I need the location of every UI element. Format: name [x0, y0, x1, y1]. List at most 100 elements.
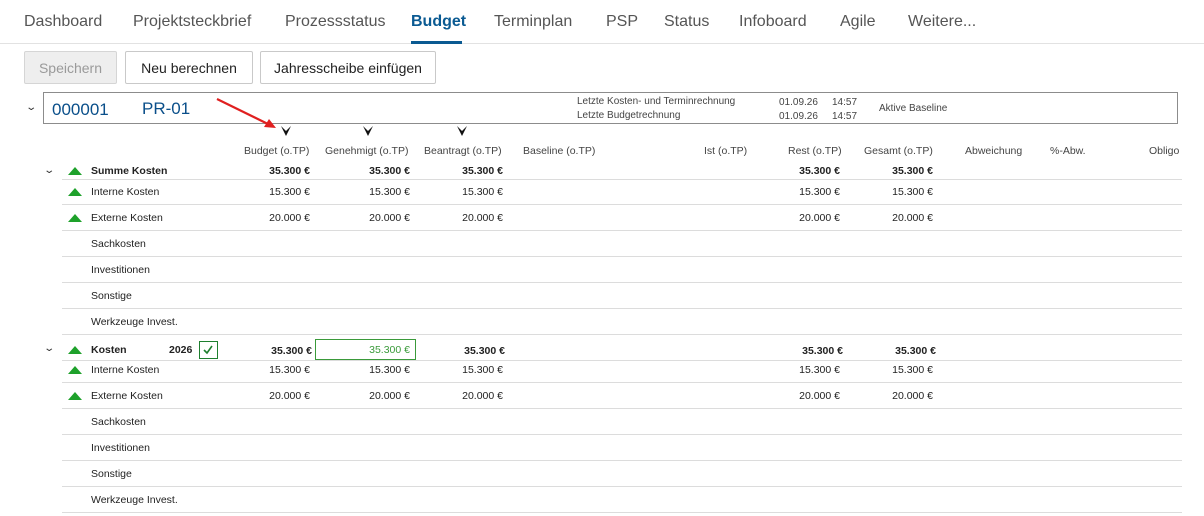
filter-icon[interactable]: [456, 125, 468, 137]
tab-psp[interactable]: PSP: [606, 13, 638, 31]
row-label: Werkzeuge Invest.: [91, 316, 178, 328]
tab-weitere[interactable]: Weitere...: [908, 13, 976, 31]
active-tab-indicator: [411, 41, 462, 44]
row-budget: 20.000 €: [269, 212, 310, 224]
year-beantragt: 35.300 €: [464, 345, 505, 357]
column-budget[interactable]: Budget (o.TP): [244, 145, 309, 157]
year-budget: 35.300 €: [271, 345, 312, 357]
row-gesamt: 15.300 €: [892, 186, 933, 198]
year-gesamt: 35.300 €: [895, 345, 936, 357]
tab-agile[interactable]: Agile: [840, 13, 876, 31]
tab-status[interactable]: Status: [664, 13, 709, 31]
tab-dashboard[interactable]: Dashboard: [24, 13, 102, 31]
summary-genehmigt: 35.300 €: [369, 165, 410, 177]
column-beantragt[interactable]: Beantragt (o.TP): [424, 145, 502, 157]
row-budget: 15.300 €: [269, 186, 310, 198]
row-beantragt: 15.300 €: [462, 364, 503, 376]
row-divider: [62, 486, 1182, 487]
row-beantragt: 15.300 €: [462, 186, 503, 198]
last-budget-date: 01.09.26: [779, 111, 818, 122]
row-divider: [62, 360, 1182, 361]
row-divider: [62, 256, 1182, 257]
row-genehmigt: 20.000 €: [369, 390, 410, 402]
insert-year-slice-button[interactable]: Jahresscheibe einfügen: [260, 51, 436, 84]
row-label: Sonstige: [91, 290, 132, 302]
tab-bar: Dashboard Projektsteckbrief Prozessstatu…: [0, 0, 1204, 44]
row-divider: [62, 282, 1182, 283]
triangle-up-icon: [68, 346, 82, 354]
year-checkbox[interactable]: [199, 341, 218, 359]
column-obligo[interactable]: Obligo: [1149, 145, 1179, 157]
tab-projektsteckbrief[interactable]: Projektsteckbrief: [133, 13, 251, 31]
row-label: Werkzeuge Invest.: [91, 494, 178, 506]
column-baseline[interactable]: Baseline (o.TP): [523, 145, 595, 157]
summary-gesamt: 35.300 €: [892, 165, 933, 177]
tab-prozessstatus[interactable]: Prozessstatus: [285, 13, 385, 31]
project-name: PR-01: [142, 99, 191, 118]
row-rest: 20.000 €: [799, 212, 840, 224]
row-label: Investitionen: [91, 442, 150, 454]
genehmigt-edit-field[interactable]: 35.300 €: [315, 339, 416, 360]
row-label: Sonstige: [91, 468, 132, 480]
row-beantragt: 20.000 €: [462, 390, 503, 402]
year-value: 2026: [169, 344, 193, 356]
row-divider: [62, 179, 1182, 180]
row-label: Sachkosten: [91, 416, 146, 428]
row-divider: [62, 204, 1182, 205]
row-beantragt: 20.000 €: [462, 212, 503, 224]
triangle-up-icon: [68, 188, 82, 196]
triangle-up-icon: [68, 214, 82, 222]
summary-beantragt: 35.300 €: [462, 165, 503, 177]
row-label: Sachkosten: [91, 238, 146, 250]
row-label: Investitionen: [91, 264, 150, 276]
row-genehmigt: 15.300 €: [369, 364, 410, 376]
save-button[interactable]: Speichern: [24, 51, 117, 84]
active-baseline-label: Aktive Baseline: [879, 103, 948, 114]
triangle-up-icon: [68, 366, 82, 374]
year-section-label: Kosten: [91, 344, 127, 356]
row-rest: 15.300 €: [799, 364, 840, 376]
row-label: Externe Kosten: [91, 390, 163, 402]
checkmark-icon: [203, 345, 213, 355]
row-budget: 15.300 €: [269, 364, 310, 376]
column-ist[interactable]: Ist (o.TP): [704, 145, 747, 157]
row-divider: [62, 408, 1182, 409]
row-divider: [62, 334, 1182, 335]
row-label: Interne Kosten: [91, 186, 160, 198]
triangle-up-icon: [68, 392, 82, 400]
column-rest[interactable]: Rest (o.TP): [788, 145, 842, 157]
chevron-down-icon[interactable]: ⌄: [25, 102, 37, 113]
column-genehmigt[interactable]: Genehmigt (o.TP): [325, 145, 408, 157]
chevron-down-icon[interactable]: ⌄: [43, 165, 55, 176]
column-gesamt[interactable]: Gesamt (o.TP): [864, 145, 933, 157]
summary-rest: 35.300 €: [799, 165, 840, 177]
row-gesamt: 20.000 €: [892, 212, 933, 224]
row-gesamt: 15.300 €: [892, 364, 933, 376]
row-divider: [62, 382, 1182, 383]
triangle-up-icon: [68, 167, 82, 175]
row-rest: 20.000 €: [799, 390, 840, 402]
tab-terminplan[interactable]: Terminplan: [494, 13, 572, 31]
last-budget-label: Letzte Budgetrechnung: [577, 110, 681, 121]
row-label: Externe Kosten: [91, 212, 163, 224]
tab-budget[interactable]: Budget: [411, 13, 466, 31]
row-divider: [62, 308, 1182, 309]
filter-icon[interactable]: [280, 125, 292, 137]
row-divider: [62, 230, 1182, 231]
chevron-down-icon[interactable]: ⌄: [43, 343, 55, 354]
project-id: 000001: [52, 100, 109, 119]
year-rest: 35.300 €: [802, 345, 843, 357]
row-rest: 15.300 €: [799, 186, 840, 198]
row-divider: [62, 512, 1182, 513]
recalculate-button[interactable]: Neu berechnen: [125, 51, 253, 84]
last-cost-date: 01.09.26: [779, 97, 818, 108]
last-cost-time: 14:57: [832, 97, 858, 108]
row-divider: [62, 460, 1182, 461]
filter-icon[interactable]: [362, 125, 374, 137]
column-pct-abweichung[interactable]: %-Abw.: [1050, 145, 1086, 157]
row-gesamt: 20.000 €: [892, 390, 933, 402]
annotation-arrow: [216, 98, 276, 128]
column-abweichung[interactable]: Abweichung: [965, 145, 1022, 157]
row-genehmigt: 20.000 €: [369, 212, 410, 224]
tab-infoboard[interactable]: Infoboard: [739, 13, 807, 31]
